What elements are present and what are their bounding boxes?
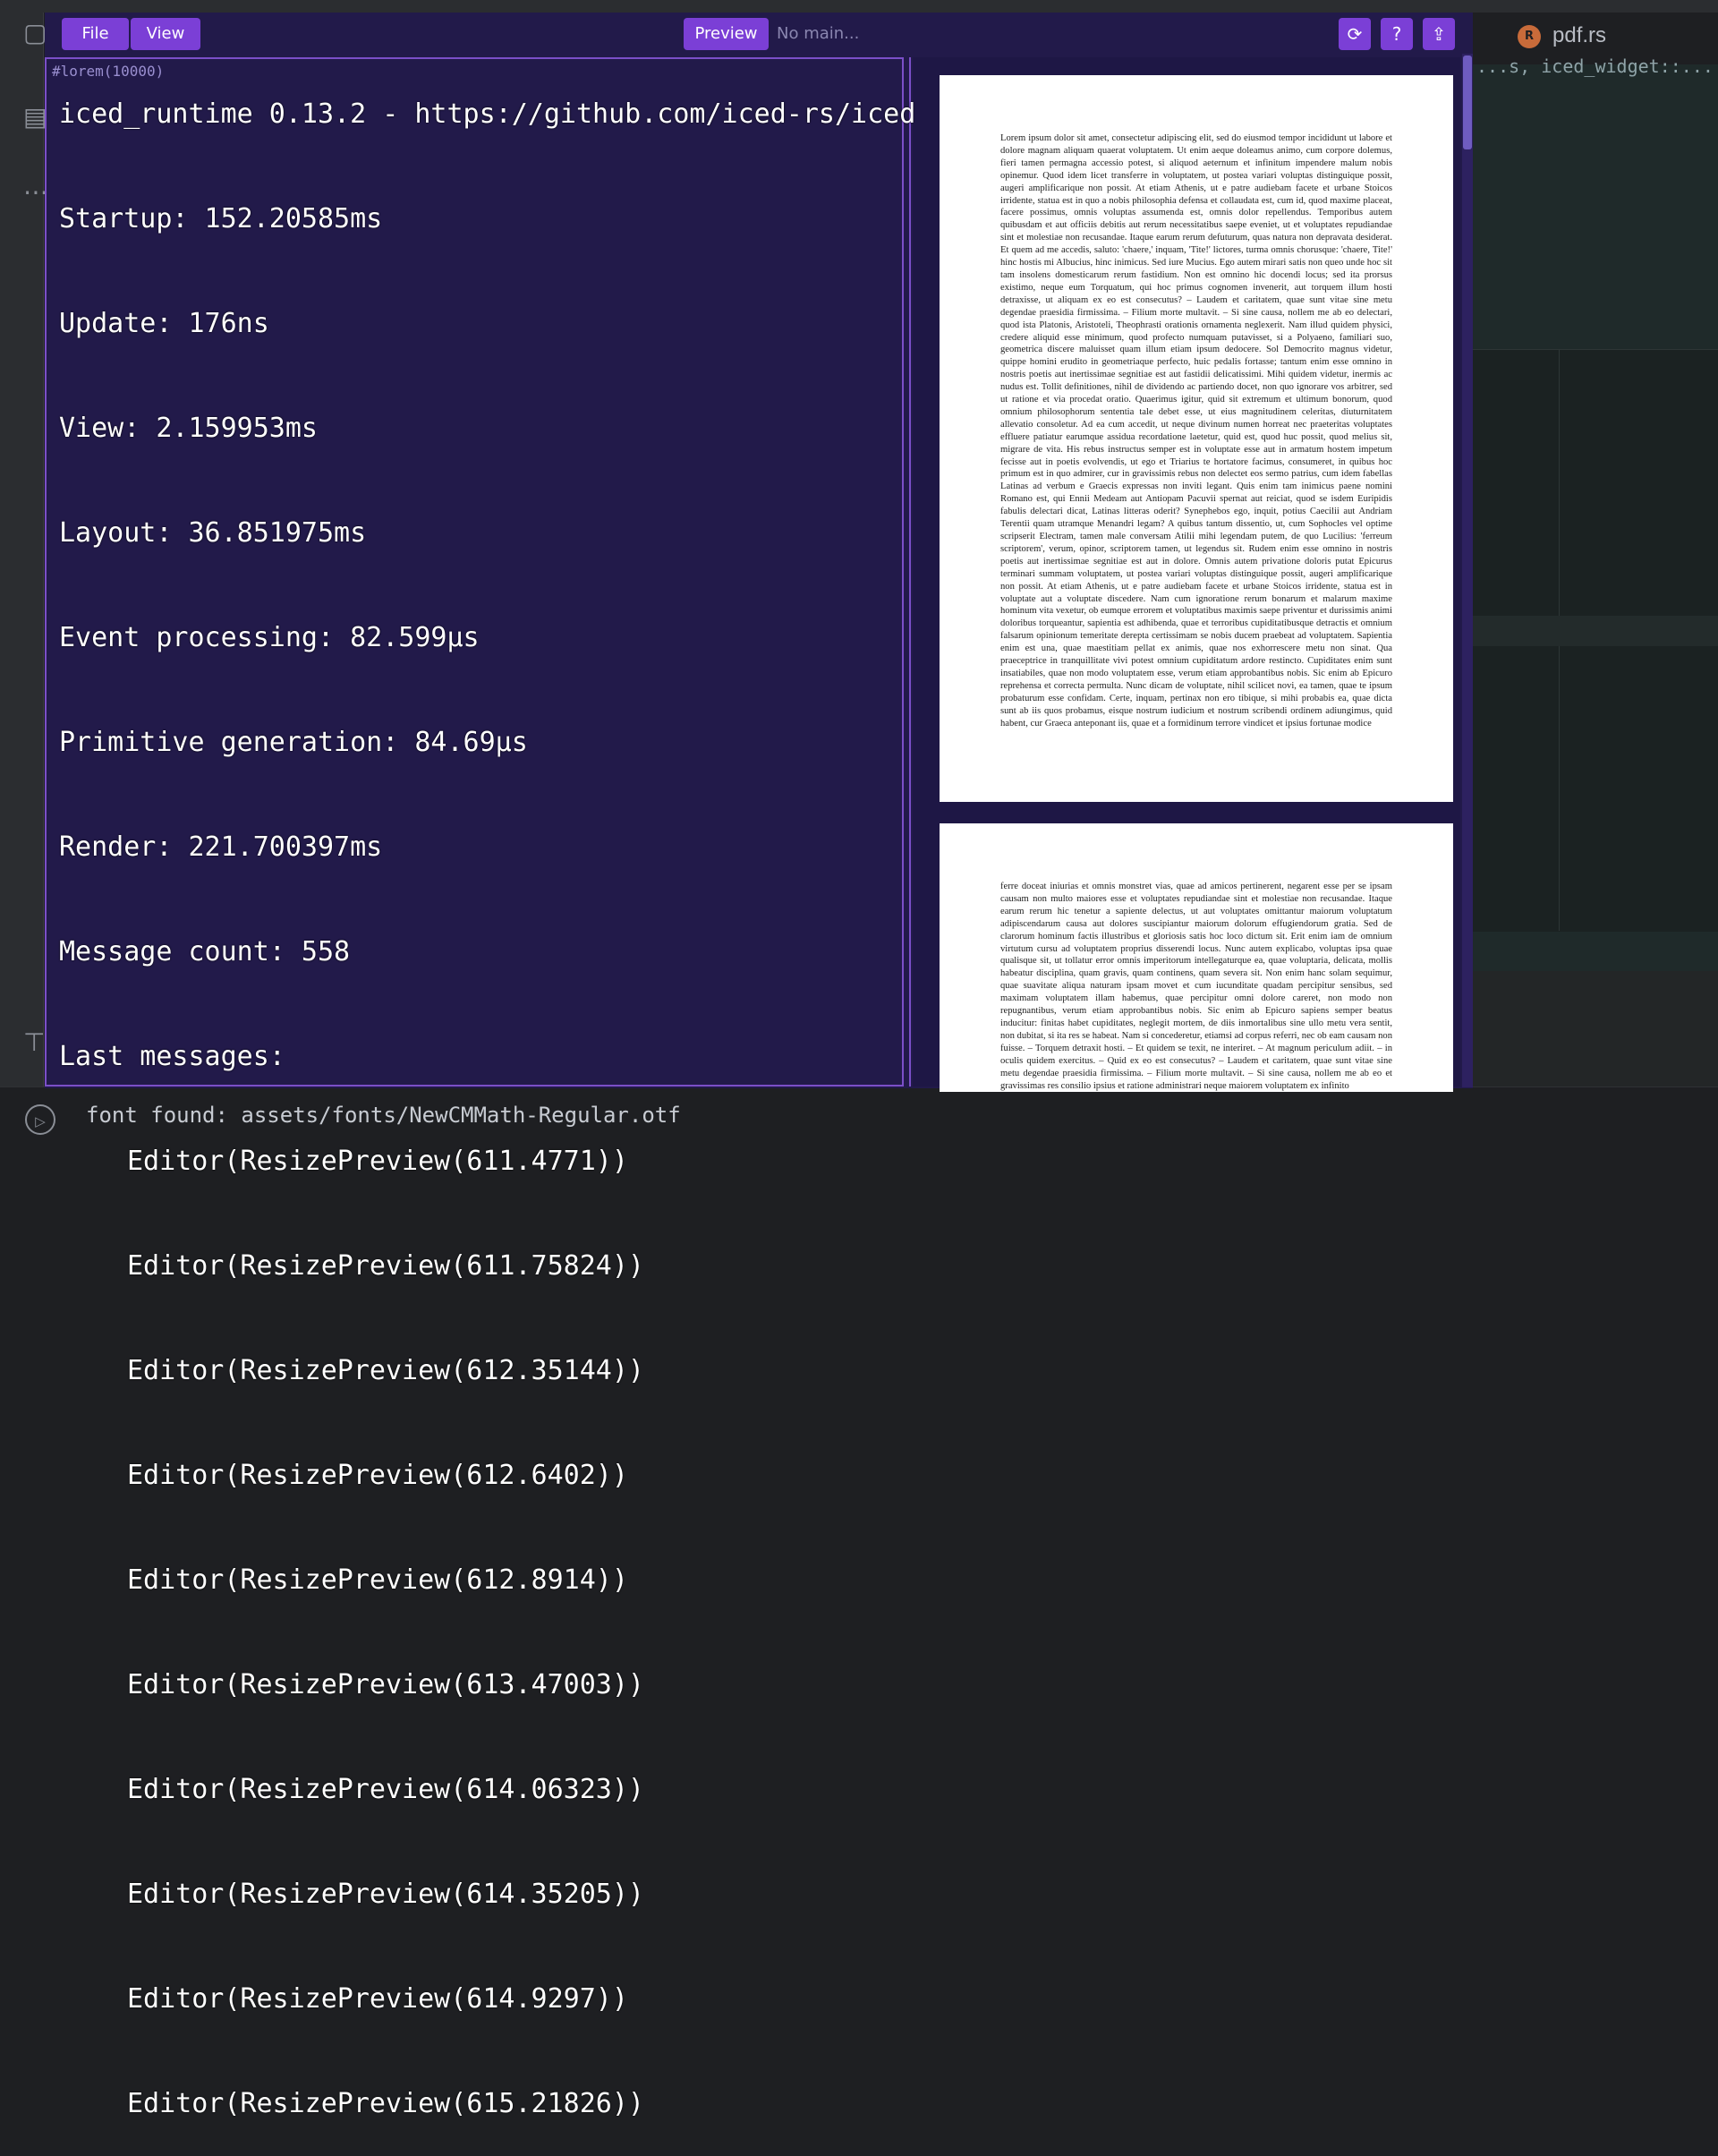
stat-event-processing: Event processing: 82.599μs [59,622,480,653]
page-1-text: Lorem ipsum dolor sit amet, consectetur … [1000,133,1392,729]
ide-tool-window [1473,971,1718,1087]
stat-startup: Startup: 152.20585ms [59,203,383,234]
message-line: Editor(ResizePreview(612.8914)) [127,1564,628,1596]
stat-render: Render: 221.700397ms [59,831,383,863]
stat-update: Update: 176ns [59,308,269,339]
message-line: Editor(ResizePreview(611.4771)) [127,1146,628,1177]
preview-page-2: ferre doceat iniurias et omnis monstret … [940,823,1453,1092]
highlighted-row [1473,616,1718,646]
ide-title-bar [0,0,1718,13]
message-line: Editor(ResizePreview(611.75824)) [127,1250,644,1282]
message-line: Editor(ResizePreview(614.06323)) [127,1774,644,1805]
page-2-text: ferre doceat iniurias et omnis monstret … [1000,882,1392,1091]
structure-icon[interactable]: ▤ [23,102,47,132]
preview-page-1: Lorem ipsum dolor sit amet, consectetur … [940,75,1453,802]
last-messages-header: Last messages: [59,1041,285,1072]
export-icon[interactable]: ⇪ [1423,18,1455,50]
message-line: Editor(ResizePreview(614.35205)) [127,1879,644,1910]
debug-overlay: iced_runtime 0.13.2 - https://github.com… [59,27,915,2156]
overlay-title: iced_runtime 0.13.2 - https://github.com… [59,98,916,130]
terminal-icon[interactable]: ⊤ [23,1027,45,1057]
message-line: Editor(ResizePreview(613.47003)) [127,1669,644,1700]
ide-tool-sidebar: ▢ ▤ ⋯ ⊤ [0,13,48,1087]
stat-primitive-generation: Primitive generation: 84.69μs [59,727,528,758]
code-line: ...s, iced_widget::... [1476,55,1714,77]
help-icon[interactable]: ? [1381,18,1413,50]
rust-file-icon: R [1518,25,1541,48]
message-line: Editor(ResizePreview(614.9297)) [127,1983,628,2015]
sync-icon[interactable]: ⟳ [1339,18,1371,50]
run-icon[interactable]: ▷ [25,1104,55,1135]
message-line: Editor(ResizePreview(612.6402)) [127,1460,628,1491]
preview-scrollbar[interactable] [1462,54,1473,1087]
message-line: Editor(ResizePreview(615.21826)) [127,2088,644,2119]
stat-layout: Layout: 36.851975ms [59,517,367,549]
project-icon[interactable]: ▢ [23,18,47,47]
stat-view: View: 2.159953ms [59,413,318,444]
message-line: Editor(ResizePreview(612.35144)) [127,1355,644,1386]
scrollbar-thumb[interactable] [1463,55,1472,149]
tab-pdf-rs[interactable]: pdf.rs [1552,23,1606,48]
stat-message-count: Message count: 558 [59,936,351,967]
